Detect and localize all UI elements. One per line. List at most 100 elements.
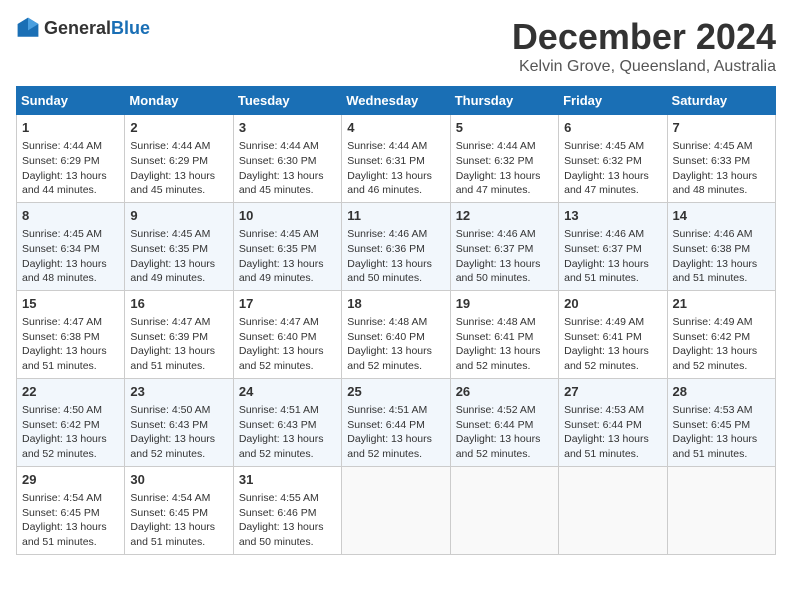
calendar-cell: 1Sunrise: 4:44 AMSunset: 6:29 PMDaylight… xyxy=(17,115,125,203)
day-content: Sunrise: 4:44 AMSunset: 6:31 PMDaylight:… xyxy=(347,139,444,198)
day-number: 9 xyxy=(130,207,227,225)
week-row-4: 22Sunrise: 4:50 AMSunset: 6:42 PMDayligh… xyxy=(17,378,776,466)
day-content: Sunrise: 4:54 AMSunset: 6:45 PMDaylight:… xyxy=(130,491,227,550)
calendar-cell: 7Sunrise: 4:45 AMSunset: 6:33 PMDaylight… xyxy=(667,115,775,203)
day-number: 30 xyxy=(130,471,227,489)
day-number: 17 xyxy=(239,295,336,313)
calendar-cell: 26 Sunrise: 4:52 AMSunset: 6:44 PMDayligh… xyxy=(450,378,558,466)
day-number: 14 xyxy=(673,207,770,225)
calendar-cell: 3 Sunrise: 4:44 AMSunset: 6:30 PMDaylight… xyxy=(233,115,341,203)
logo-text-general: General xyxy=(44,18,111,38)
day-number: 6 xyxy=(564,119,661,137)
day-number: 10 xyxy=(239,207,336,225)
day-content: Sunrise: 4:46 AMSunset: 6:36 PMDaylight:… xyxy=(347,227,444,286)
calendar-cell xyxy=(559,466,667,554)
day-content: Sunrise: 4:49 AMSunset: 6:41 PMDaylight:… xyxy=(564,315,661,374)
calendar-cell: 29 Sunrise: 4:54 AMSunset: 6:45 PMDayligh… xyxy=(17,466,125,554)
calendar-cell: 14 Sunrise: 4:46 AMSunset: 6:38 PMDayligh… xyxy=(667,202,775,290)
logo: GeneralBlue xyxy=(16,16,150,40)
day-number: 5 xyxy=(456,119,553,137)
calendar-cell: 5 Sunrise: 4:44 AMSunset: 6:32 PMDaylight… xyxy=(450,115,558,203)
day-number: 4 xyxy=(347,119,444,137)
day-content: Sunrise: 4:47 AMSunset: 6:38 PMDaylight:… xyxy=(22,315,119,374)
calendar-cell: 10 Sunrise: 4:45 AMSunset: 6:35 PMDayligh… xyxy=(233,202,341,290)
column-header-tuesday: Tuesday xyxy=(233,87,341,115)
column-header-friday: Friday xyxy=(559,87,667,115)
day-number: 31 xyxy=(239,471,336,489)
day-content: Sunrise: 4:53 AMSunset: 6:45 PMDaylight:… xyxy=(673,403,770,462)
calendar-cell: 9Sunrise: 4:45 AMSunset: 6:35 PMDaylight… xyxy=(125,202,233,290)
calendar-table: SundayMondayTuesdayWednesdayThursdayFrid… xyxy=(16,86,776,555)
day-number: 26 xyxy=(456,383,553,401)
week-row-2: 8 Sunrise: 4:45 AMSunset: 6:34 PMDaylight… xyxy=(17,202,776,290)
day-content: Sunrise: 4:55 AMSunset: 6:46 PMDaylight:… xyxy=(239,491,336,550)
day-content: Sunrise: 4:44 AMSunset: 6:32 PMDaylight:… xyxy=(456,139,553,198)
week-row-3: 15 Sunrise: 4:47 AMSunset: 6:38 PMDayligh… xyxy=(17,290,776,378)
day-content: Sunrise: 4:46 AMSunset: 6:38 PMDaylight:… xyxy=(673,227,770,286)
calendar-cell: 18Sunrise: 4:48 AMSunset: 6:40 PMDayligh… xyxy=(342,290,450,378)
day-number: 8 xyxy=(22,207,119,225)
day-number: 15 xyxy=(22,295,119,313)
calendar-cell: 8 Sunrise: 4:45 AMSunset: 6:34 PMDaylight… xyxy=(17,202,125,290)
calendar-cell: 11Sunrise: 4:46 AMSunset: 6:36 PMDayligh… xyxy=(342,202,450,290)
column-header-thursday: Thursday xyxy=(450,87,558,115)
day-content: Sunrise: 4:53 AMSunset: 6:44 PMDaylight:… xyxy=(564,403,661,462)
calendar-cell: 15 Sunrise: 4:47 AMSunset: 6:38 PMDayligh… xyxy=(17,290,125,378)
day-content: Sunrise: 4:49 AMSunset: 6:42 PMDaylight:… xyxy=(673,315,770,374)
day-number: 12 xyxy=(456,207,553,225)
day-number: 24 xyxy=(239,383,336,401)
calendar-cell: 6Sunrise: 4:45 AMSunset: 6:32 PMDaylight… xyxy=(559,115,667,203)
calendar-cell: 31 Sunrise: 4:55 AMSunset: 6:46 PMDayligh… xyxy=(233,466,341,554)
day-content: Sunrise: 4:48 AMSunset: 6:41 PMDaylight:… xyxy=(456,315,553,374)
day-number: 3 xyxy=(239,119,336,137)
day-content: Sunrise: 4:44 AMSunset: 6:30 PMDaylight:… xyxy=(239,139,336,198)
calendar-cell: 22Sunrise: 4:50 AMSunset: 6:42 PMDayligh… xyxy=(17,378,125,466)
day-content: Sunrise: 4:44 AMSunset: 6:29 PMDaylight:… xyxy=(130,139,227,198)
day-number: 20 xyxy=(564,295,661,313)
calendar-cell xyxy=(342,466,450,554)
day-number: 19 xyxy=(456,295,553,313)
column-header-wednesday: Wednesday xyxy=(342,87,450,115)
calendar-cell: 24 Sunrise: 4:51 AMSunset: 6:43 PMDayligh… xyxy=(233,378,341,466)
day-number: 18 xyxy=(347,295,444,313)
logo-text-blue: Blue xyxy=(111,18,150,38)
calendar-cell: 27 Sunrise: 4:53 AMSunset: 6:44 PMDayligh… xyxy=(559,378,667,466)
column-header-sunday: Sunday xyxy=(17,87,125,115)
logo-icon xyxy=(16,16,40,40)
calendar-cell: 2 Sunrise: 4:44 AMSunset: 6:29 PMDaylight… xyxy=(125,115,233,203)
day-number: 22 xyxy=(22,383,119,401)
day-content: Sunrise: 4:51 AMSunset: 6:44 PMDaylight:… xyxy=(347,403,444,462)
day-number: 23 xyxy=(130,383,227,401)
calendar-cell: 16 Sunrise: 4:47 AMSunset: 6:39 PMDayligh… xyxy=(125,290,233,378)
day-content: Sunrise: 4:45 AMSunset: 6:35 PMDaylight:… xyxy=(239,227,336,286)
location-title: Kelvin Grove, Queensland, Australia xyxy=(512,58,776,76)
day-number: 28 xyxy=(673,383,770,401)
column-header-monday: Monday xyxy=(125,87,233,115)
calendar-cell: 20 Sunrise: 4:49 AMSunset: 6:41 PMDayligh… xyxy=(559,290,667,378)
day-content: Sunrise: 4:44 AMSunset: 6:29 PMDaylight:… xyxy=(22,139,119,198)
day-content: Sunrise: 4:51 AMSunset: 6:43 PMDaylight:… xyxy=(239,403,336,462)
day-content: Sunrise: 4:54 AMSunset: 6:45 PMDaylight:… xyxy=(22,491,119,550)
day-content: Sunrise: 4:50 AMSunset: 6:43 PMDaylight:… xyxy=(130,403,227,462)
day-content: Sunrise: 4:46 AMSunset: 6:37 PMDaylight:… xyxy=(564,227,661,286)
day-content: Sunrise: 4:52 AMSunset: 6:44 PMDaylight:… xyxy=(456,403,553,462)
week-row-1: 1Sunrise: 4:44 AMSunset: 6:29 PMDaylight… xyxy=(17,115,776,203)
calendar-cell: 12Sunrise: 4:46 AMSunset: 6:37 PMDayligh… xyxy=(450,202,558,290)
day-content: Sunrise: 4:47 AMSunset: 6:40 PMDaylight:… xyxy=(239,315,336,374)
day-number: 27 xyxy=(564,383,661,401)
day-content: Sunrise: 4:45 AMSunset: 6:33 PMDaylight:… xyxy=(673,139,770,198)
day-number: 25 xyxy=(347,383,444,401)
calendar-cell: 19 Sunrise: 4:48 AMSunset: 6:41 PMDayligh… xyxy=(450,290,558,378)
calendar-cell xyxy=(667,466,775,554)
page-header: GeneralBlue December 2024 Kelvin Grove, … xyxy=(16,16,776,76)
column-header-saturday: Saturday xyxy=(667,87,775,115)
calendar-cell: 25 Sunrise: 4:51 AMSunset: 6:44 PMDayligh… xyxy=(342,378,450,466)
day-number: 2 xyxy=(130,119,227,137)
day-number: 29 xyxy=(22,471,119,489)
calendar-cell: 23 Sunrise: 4:50 AMSunset: 6:43 PMDayligh… xyxy=(125,378,233,466)
calendar-cell: 13Sunrise: 4:46 AMSunset: 6:37 PMDayligh… xyxy=(559,202,667,290)
day-content: Sunrise: 4:45 AMSunset: 6:34 PMDaylight:… xyxy=(22,227,119,286)
days-header-row: SundayMondayTuesdayWednesdayThursdayFrid… xyxy=(17,87,776,115)
day-number: 16 xyxy=(130,295,227,313)
day-content: Sunrise: 4:47 AMSunset: 6:39 PMDaylight:… xyxy=(130,315,227,374)
